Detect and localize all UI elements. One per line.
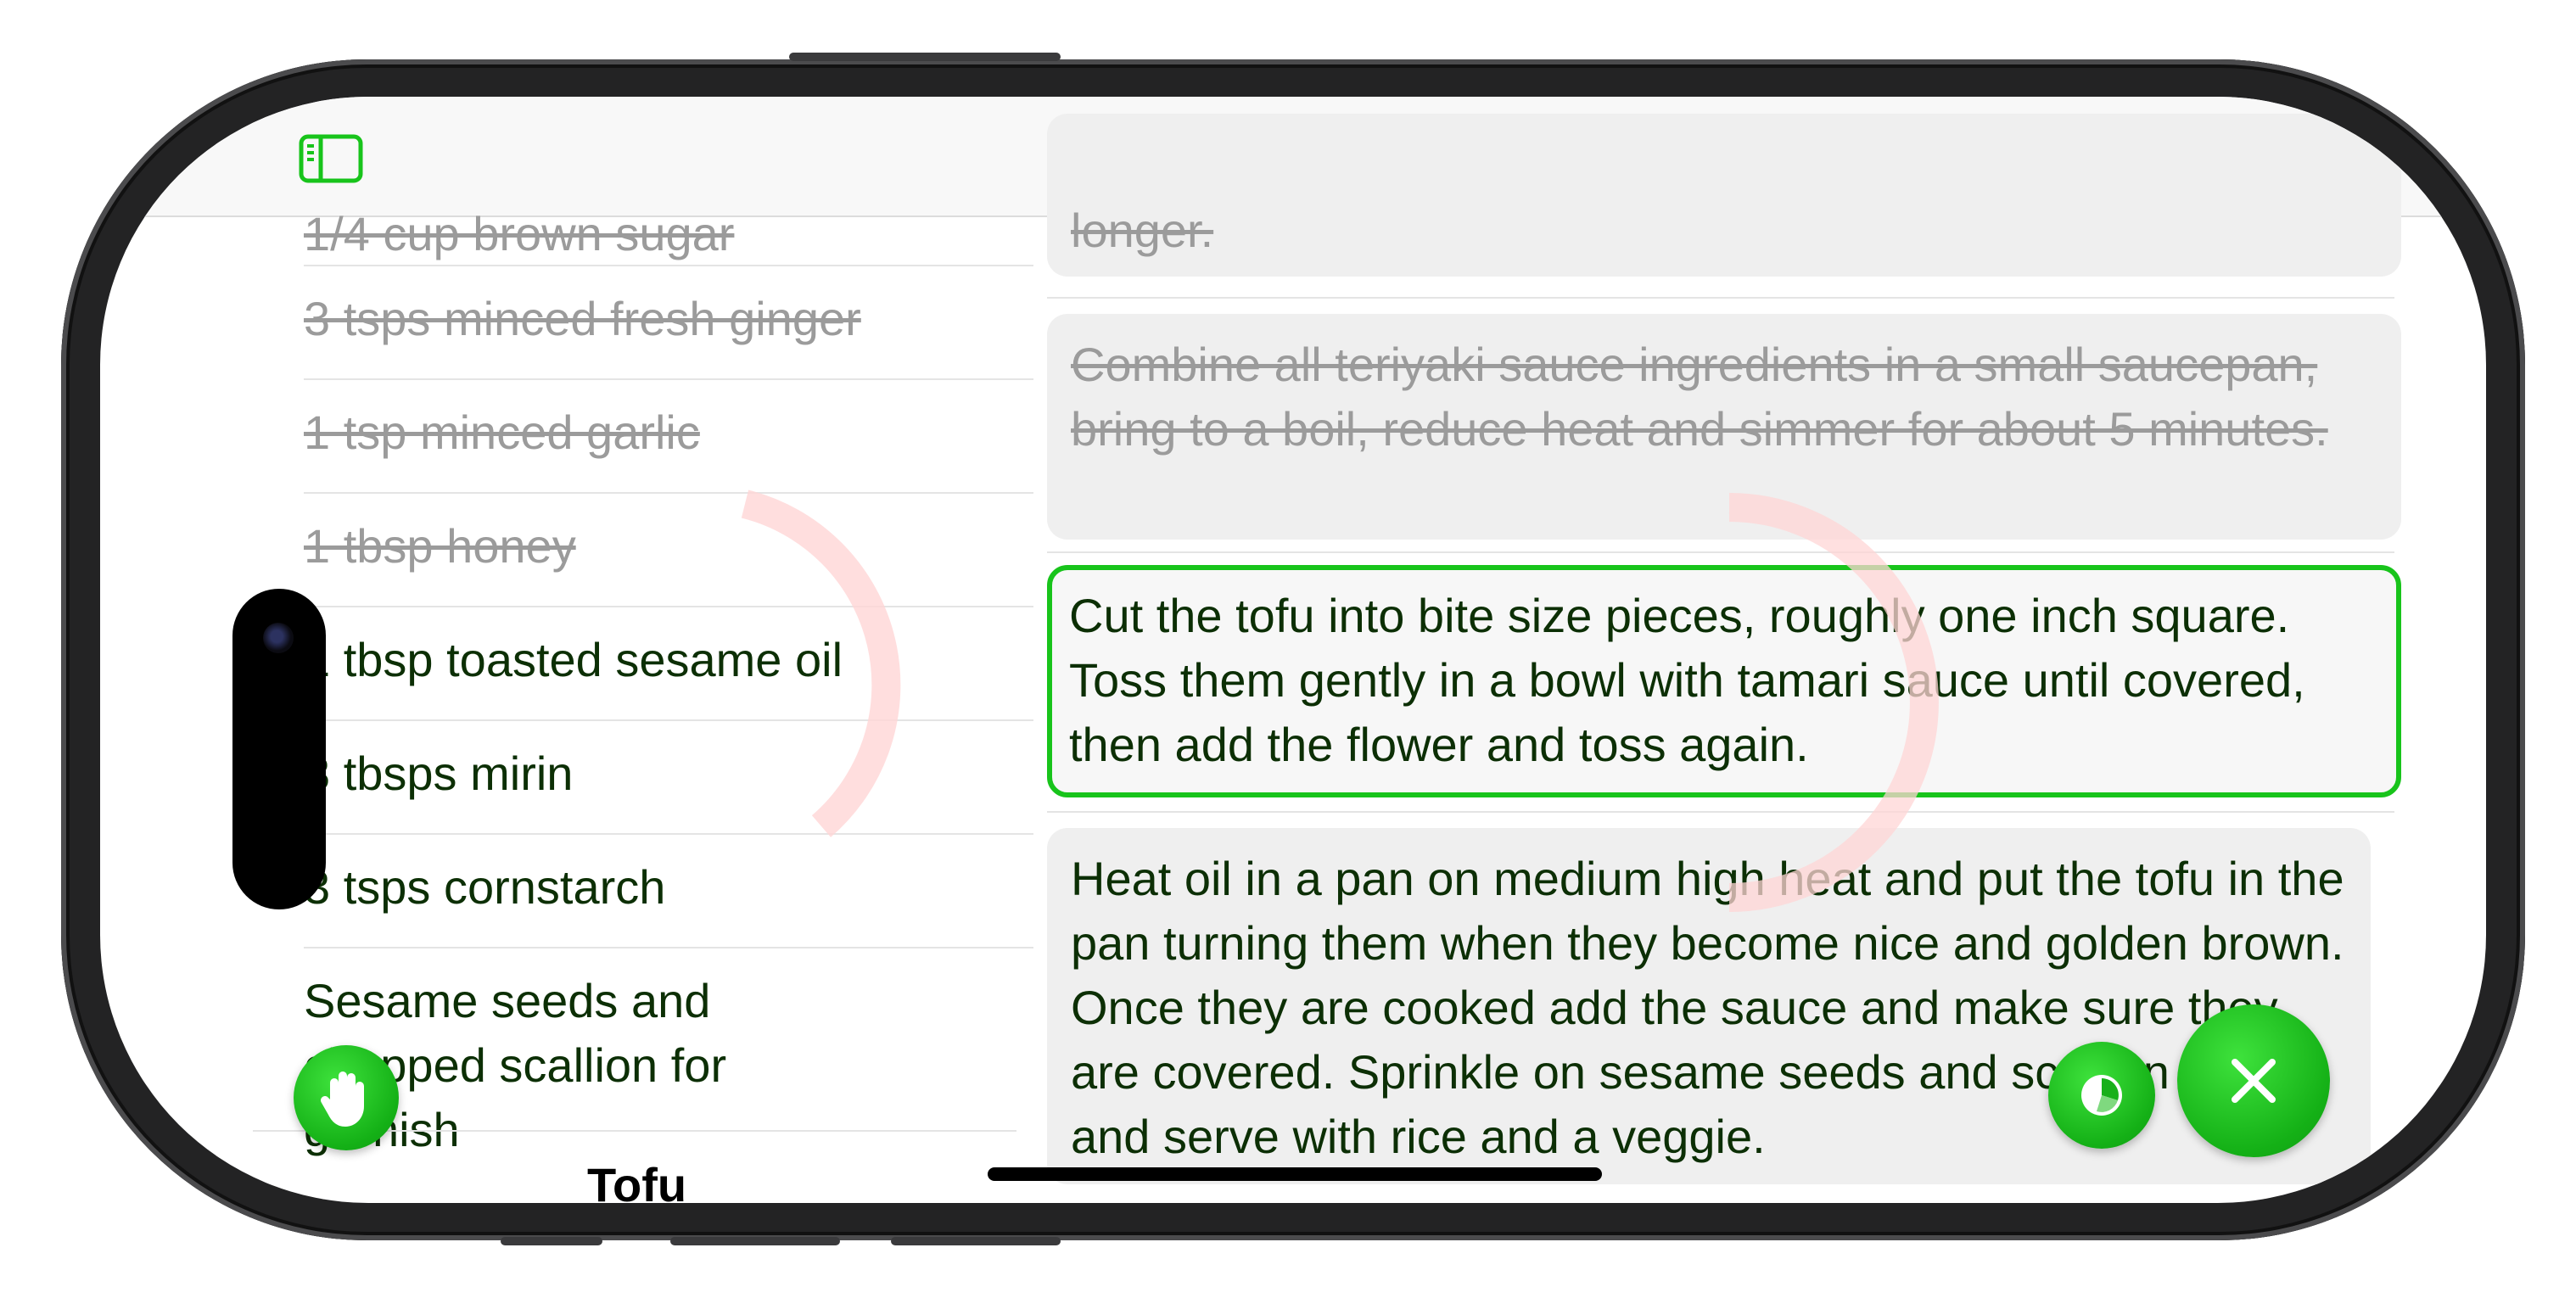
dynamic-island bbox=[232, 589, 326, 909]
instruction-step[interactable]: longer. bbox=[1047, 114, 2401, 277]
camera-icon bbox=[263, 623, 294, 653]
pie-timer-icon bbox=[2081, 1075, 2122, 1116]
volume-button bbox=[789, 53, 1061, 61]
ingredient-item[interactable]: Sesame seeds and chopped scallion for ga… bbox=[304, 948, 1033, 1156]
side-button bbox=[501, 1237, 602, 1245]
ingredient-item[interactable]: 3 tsps minced fresh ginger bbox=[304, 266, 1033, 380]
divider bbox=[1047, 297, 2394, 299]
close-icon bbox=[2232, 1059, 2276, 1103]
ingredient-item[interactable]: 3 tsps cornstarch bbox=[304, 835, 1033, 948]
side-button bbox=[670, 1237, 840, 1245]
side-button bbox=[891, 1237, 1061, 1245]
home-indicator[interactable] bbox=[988, 1167, 1602, 1181]
instruction-step-active[interactable]: Cut the tofu into bite size pieces, roug… bbox=[1047, 565, 2401, 797]
close-button[interactable] bbox=[2177, 1004, 2330, 1157]
ingredient-item[interactable]: 3 tbsps mirin bbox=[304, 721, 1033, 835]
ingredient-item[interactable]: 1/4 cup brown sugar bbox=[304, 187, 1033, 266]
instruction-step[interactable]: Combine all teriyaki sauce ingredients i… bbox=[1047, 314, 2401, 540]
section-header: Tofu bbox=[587, 1158, 687, 1203]
ingredient-item[interactable]: 1 tbsp toasted sesame oil bbox=[304, 607, 1033, 721]
divider bbox=[1047, 811, 2394, 813]
raised-hand-icon bbox=[321, 1071, 364, 1127]
ingredient-item[interactable]: 1 tsp minced garlic bbox=[304, 380, 1033, 494]
timer-button[interactable] bbox=[2048, 1042, 2155, 1149]
instruction-step[interactable]: Heat oil in a pan on medium high heat an… bbox=[1047, 828, 2371, 1184]
stop-button[interactable] bbox=[294, 1045, 399, 1150]
ingredient-item[interactable]: 1 tbsp honey bbox=[304, 494, 1033, 607]
divider bbox=[1047, 551, 2394, 553]
screen: Tofu Teriyaki 1/4 cup brown sugar 3 tsps… bbox=[100, 97, 2486, 1203]
